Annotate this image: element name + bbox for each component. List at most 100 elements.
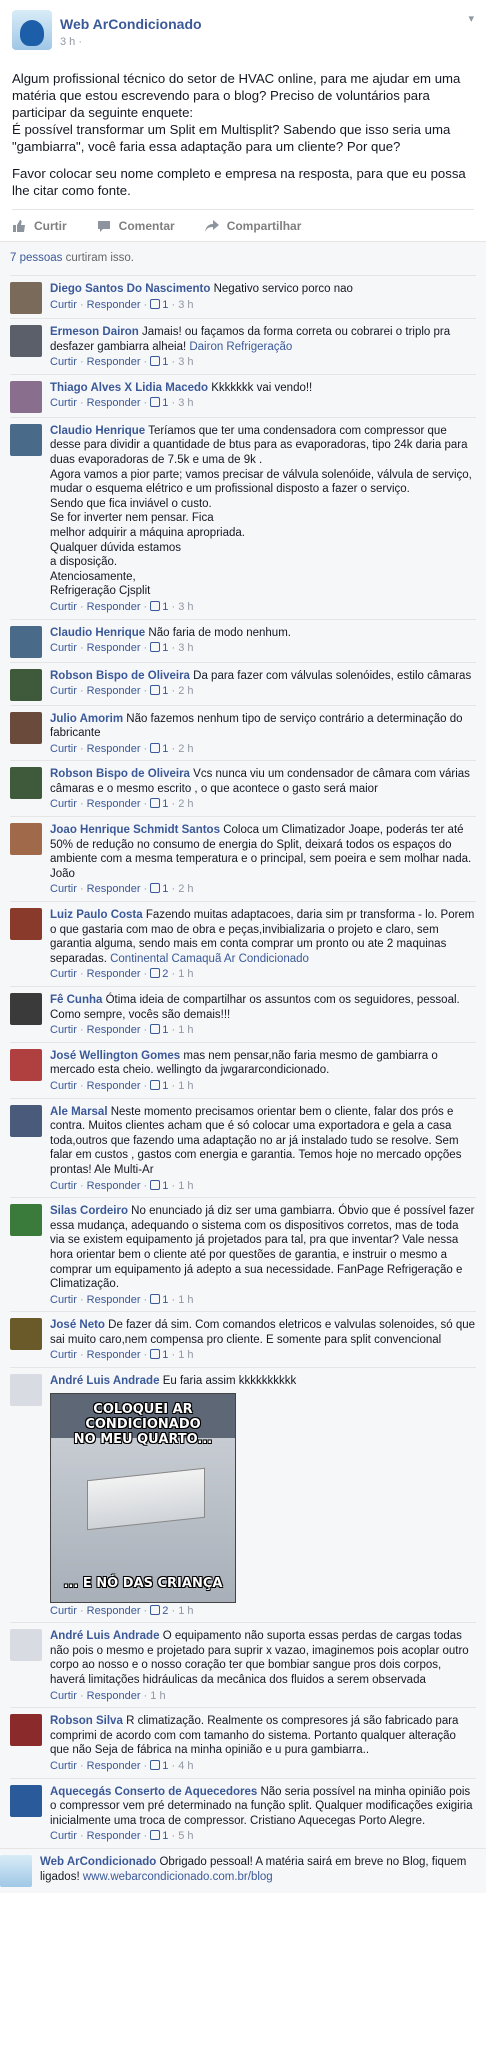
- commenter-avatar[interactable]: [10, 1104, 42, 1137]
- commenter-avatar[interactable]: [10, 668, 42, 701]
- comment-timestamp[interactable]: 2 h: [178, 883, 193, 895]
- comment-timestamp[interactable]: 5 h: [178, 1830, 193, 1842]
- post-timestamp[interactable]: 3 h ·: [60, 36, 202, 48]
- comment-like-link[interactable]: Curtir: [50, 743, 77, 755]
- comment-reply-link[interactable]: Responder: [87, 1830, 141, 1842]
- comment-like-link[interactable]: Curtir: [50, 798, 77, 810]
- comment-reply-link[interactable]: Responder: [87, 883, 141, 895]
- comment-button[interactable]: Comentar: [97, 219, 175, 233]
- commenter-avatar[interactable]: [10, 625, 42, 658]
- like-button[interactable]: Curtir: [12, 219, 67, 233]
- comment-reply-link[interactable]: Responder: [87, 968, 141, 980]
- commenter-avatar[interactable]: [10, 1048, 42, 1081]
- commenter-name[interactable]: José Wellington Gomes: [50, 1050, 180, 1062]
- comment-reply-link[interactable]: Responder: [87, 1690, 141, 1702]
- comment-like-link[interactable]: Curtir: [50, 1180, 77, 1192]
- comment-timestamp[interactable]: 1 h: [178, 968, 193, 980]
- commenter-name[interactable]: Thiago Alves X Lidia Macedo: [50, 382, 208, 394]
- comment-page-link[interactable]: Continental Camaquã Ar Condicionado: [110, 953, 309, 965]
- commenter-avatar[interactable]: [10, 1784, 42, 1817]
- comment-reply-link[interactable]: Responder: [87, 299, 141, 311]
- comment-reply-link[interactable]: Responder: [87, 685, 141, 697]
- comment-reply-link[interactable]: Responder: [87, 1349, 141, 1361]
- comment-timestamp[interactable]: 1 h: [150, 1690, 165, 1702]
- commenter-name[interactable]: Robson Silva: [50, 1715, 123, 1727]
- commenter-name[interactable]: Aquecegás Conserto de Aquecedores: [50, 1786, 257, 1798]
- comment-reply-link[interactable]: Responder: [87, 1294, 141, 1306]
- commenter-name[interactable]: Luiz Paulo Costa: [50, 909, 143, 921]
- comment-reply-link[interactable]: Responder: [87, 743, 141, 755]
- page-name-link[interactable]: Web ArCondicionado: [60, 16, 202, 32]
- commenter-name[interactable]: Fê Cunha: [50, 994, 102, 1006]
- comment-timestamp[interactable]: 2 h: [178, 743, 193, 755]
- comment-timestamp[interactable]: 3 h: [178, 642, 193, 654]
- commenter-avatar[interactable]: [10, 1629, 42, 1662]
- comment-reply-link[interactable]: Responder: [87, 356, 141, 368]
- comment-timestamp[interactable]: 1 h: [178, 1605, 193, 1617]
- comment-reply-link[interactable]: Responder: [87, 397, 141, 409]
- commenter-avatar[interactable]: [10, 767, 42, 800]
- comment-reply-link[interactable]: Responder: [87, 601, 141, 613]
- commenter-name[interactable]: Joao Henrique Schmidt Santos: [50, 824, 220, 836]
- comment-page-link[interactable]: Dairon Refrigeração: [189, 341, 292, 353]
- comment-timestamp[interactable]: 1 h: [178, 1180, 193, 1192]
- page-avatar[interactable]: [0, 1854, 32, 1887]
- commenter-avatar[interactable]: [10, 1374, 42, 1407]
- comment-like-link[interactable]: Curtir: [50, 1024, 77, 1036]
- comment-timestamp[interactable]: 1 h: [178, 1080, 193, 1092]
- comment-like-link[interactable]: Curtir: [50, 1294, 77, 1306]
- comment-like-link[interactable]: Curtir: [50, 1690, 77, 1702]
- comment-like-link[interactable]: Curtir: [50, 397, 77, 409]
- commenter-name[interactable]: Ermeson Dairon: [50, 326, 139, 338]
- commenter-name[interactable]: Diego Santos Do Nascimento: [50, 283, 210, 295]
- comment-timestamp[interactable]: 1 h: [178, 1349, 193, 1361]
- comment-like-link[interactable]: Curtir: [50, 356, 77, 368]
- commenter-avatar[interactable]: [10, 325, 42, 357]
- comment-timestamp[interactable]: 3 h: [178, 299, 193, 311]
- commenter-avatar[interactable]: [10, 380, 42, 413]
- commenter-name[interactable]: Robson Bispo de Oliveira: [50, 768, 190, 780]
- comment-like-link[interactable]: Curtir: [50, 1080, 77, 1092]
- comment-like-link[interactable]: Curtir: [50, 968, 77, 980]
- commenter-avatar[interactable]: [10, 993, 42, 1025]
- comment-timestamp[interactable]: 2 h: [178, 685, 193, 697]
- share-button[interactable]: Compartilhar: [204, 219, 301, 233]
- commenter-name[interactable]: André Luis Andrade: [50, 1630, 159, 1642]
- meme-image[interactable]: COLOQUEI AR CONDICIONADO NO MEU QUARTO..…: [50, 1392, 236, 1603]
- comment-like-link[interactable]: Curtir: [50, 1830, 77, 1842]
- commenter-avatar[interactable]: [10, 1204, 42, 1237]
- comment-reply-link[interactable]: Responder: [87, 1180, 141, 1192]
- commenter-name[interactable]: Robson Bispo de Oliveira: [50, 670, 190, 682]
- comment-timestamp[interactable]: 4 h: [178, 1760, 193, 1772]
- commenter-avatar[interactable]: [10, 423, 42, 456]
- commenter-name[interactable]: Julio Amorim: [50, 713, 123, 725]
- commenter-name[interactable]: Web ArCondicionado: [40, 1856, 156, 1868]
- likes-count-link[interactable]: 7 pessoas: [10, 252, 62, 264]
- comment-reply-link[interactable]: Responder: [87, 1024, 141, 1036]
- comment-like-link[interactable]: Curtir: [50, 1349, 77, 1361]
- comment-reply-link[interactable]: Responder: [87, 798, 141, 810]
- comment-timestamp[interactable]: 2 h: [178, 798, 193, 810]
- comment-like-link[interactable]: Curtir: [50, 883, 77, 895]
- comment-like-link[interactable]: Curtir: [50, 685, 77, 697]
- comment-reply-link[interactable]: Responder: [87, 1605, 141, 1617]
- comment-timestamp[interactable]: 3 h: [178, 601, 193, 613]
- comment-reply-link[interactable]: Responder: [87, 1080, 141, 1092]
- commenter-avatar[interactable]: [10, 282, 42, 314]
- comment-timestamp[interactable]: 3 h: [178, 397, 193, 409]
- comment-like-link[interactable]: Curtir: [50, 299, 77, 311]
- comment-timestamp[interactable]: 1 h: [178, 1024, 193, 1036]
- commenter-avatar[interactable]: [10, 823, 42, 856]
- commenter-avatar[interactable]: [10, 1318, 42, 1351]
- comment-like-link[interactable]: Curtir: [50, 601, 77, 613]
- blog-link[interactable]: www.webarcondicionado.com.br/blog: [83, 1871, 273, 1883]
- comment-like-link[interactable]: Curtir: [50, 1760, 77, 1772]
- comment-timestamp[interactable]: 1 h: [178, 1294, 193, 1306]
- commenter-avatar[interactable]: [10, 908, 42, 941]
- commenter-name[interactable]: Silas Cordeiro: [50, 1205, 128, 1217]
- commenter-name[interactable]: Claudio Henrique: [50, 627, 145, 639]
- commenter-avatar[interactable]: [10, 711, 42, 744]
- commenter-name[interactable]: Claudio Henrique: [50, 425, 145, 437]
- comment-like-link[interactable]: Curtir: [50, 1605, 77, 1617]
- chevron-down-icon[interactable]: ▾: [468, 12, 474, 25]
